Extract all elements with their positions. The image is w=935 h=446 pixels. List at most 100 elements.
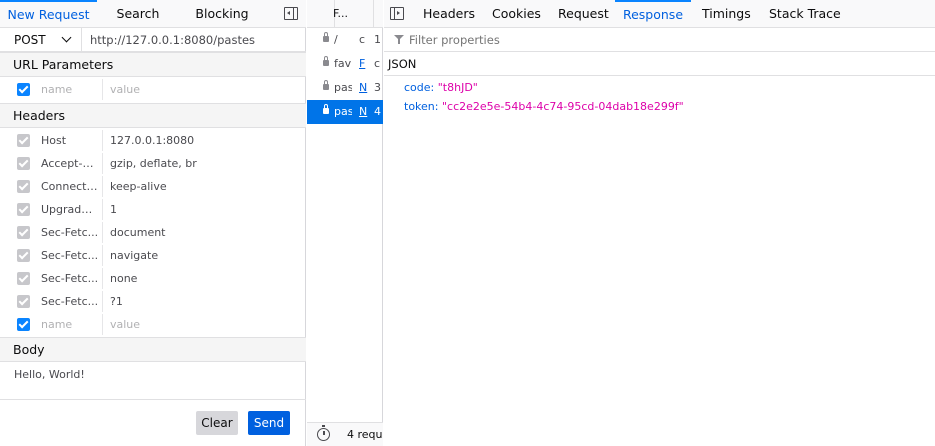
header-name[interactable]: Connecti...: [41, 180, 99, 193]
header-checkbox[interactable]: [17, 272, 30, 285]
request-file: past: [334, 81, 352, 94]
request-domain: c: [359, 33, 366, 46]
header-checkbox[interactable]: [17, 203, 30, 216]
header-row: Sec-Fetc... none: [0, 267, 306, 290]
body-section-header: Body: [0, 337, 306, 362]
tab-blocking[interactable]: Blocking: [179, 0, 265, 28]
chevron-down-icon: [61, 32, 72, 43]
request-domain: N: [359, 81, 368, 94]
tab-new-request[interactable]: New Request: [0, 0, 97, 28]
request-file: /: [334, 33, 338, 46]
header-value-input[interactable]: value: [110, 318, 140, 331]
clear-button[interactable]: Clear: [196, 411, 238, 435]
column-divider: [102, 153, 103, 174]
column-divider: [102, 199, 103, 220]
header-checkbox[interactable]: [17, 134, 30, 147]
header-name-input[interactable]: name: [41, 318, 99, 331]
json-key: token:: [404, 100, 439, 113]
tab-timings[interactable]: Timings: [702, 0, 751, 28]
header-name[interactable]: Sec-Fetc...: [41, 272, 99, 285]
header-checkbox[interactable]: [17, 295, 30, 308]
header-name[interactable]: Accept-E...: [41, 157, 99, 170]
lock-icon: [323, 80, 329, 90]
tab-request[interactable]: Request: [558, 0, 609, 28]
header-value[interactable]: keep-alive: [110, 180, 167, 193]
header-name[interactable]: Sec-Fetc...: [41, 249, 99, 262]
header-row: Accept-E... gzip, deflate, br: [0, 152, 306, 175]
tab-search[interactable]: Search: [97, 0, 179, 28]
header-checkbox[interactable]: [17, 226, 30, 239]
url-parameters-header: URL Parameters: [0, 52, 306, 77]
header-checkbox[interactable]: [17, 180, 30, 193]
json-section-header[interactable]: JSON: [384, 52, 935, 76]
header-row: Sec-Fetc... ?1: [0, 290, 306, 313]
column-divider: [102, 245, 103, 266]
url-param-new-row: name value: [0, 78, 306, 101]
tab-headers[interactable]: Headers: [423, 0, 475, 28]
column-divider: [102, 291, 103, 312]
column-divider: [102, 176, 103, 197]
request-size: c: [374, 57, 381, 70]
send-button[interactable]: Send: [248, 411, 290, 435]
method-label: POST: [14, 33, 46, 47]
param-value-input[interactable]: value: [110, 83, 140, 96]
header-value[interactable]: navigate: [110, 249, 158, 262]
request-list: F... / c 1 favi F c past N 3 past N 4 4 …: [307, 0, 383, 446]
header-new-row: name value: [0, 313, 306, 336]
column-file-header[interactable]: F...: [333, 7, 348, 20]
header-checkbox[interactable]: [17, 318, 30, 331]
column-divider: [102, 314, 103, 335]
header-name[interactable]: Host: [41, 134, 99, 147]
request-file: favi: [334, 57, 352, 70]
param-checkbox[interactable]: [17, 83, 30, 96]
header-row: Sec-Fetc... navigate: [0, 244, 306, 267]
header-row: Upgrade-... 1: [0, 198, 306, 221]
header-checkbox[interactable]: [17, 157, 30, 170]
header-row: Sec-Fetc... document: [0, 221, 306, 244]
filter-icon: [394, 35, 404, 44]
request-row[interactable]: / c 1: [307, 28, 383, 52]
request-size: 3: [374, 81, 381, 94]
header-value[interactable]: gzip, deflate, br: [110, 157, 197, 170]
request-row[interactable]: favi F c: [307, 52, 383, 76]
request-size: 1: [374, 33, 381, 46]
tab-response[interactable]: Response: [615, 0, 691, 28]
column-divider: [102, 268, 103, 289]
request-file: past: [334, 105, 352, 118]
method-select[interactable]: POST: [0, 28, 82, 52]
column-domain-header[interactable]: [356, 0, 374, 28]
header-value[interactable]: 127.0.0.1:8080: [110, 134, 194, 147]
request-count: 4 requ: [347, 428, 383, 441]
new-request-panel: New Request Search Blocking POST URL Par…: [0, 0, 306, 446]
left-tabbar: New Request Search Blocking: [0, 0, 306, 28]
header-value[interactable]: ?1: [110, 295, 123, 308]
url-input[interactable]: [82, 28, 306, 52]
header-name[interactable]: Upgrade-...: [41, 203, 99, 216]
stopwatch-icon[interactable]: [317, 425, 330, 441]
headers-section-header: Headers: [0, 103, 306, 128]
body-text: Hello, World!: [14, 368, 85, 381]
expand-panel-icon[interactable]: [390, 7, 404, 20]
collapse-panel-icon[interactable]: [284, 7, 298, 20]
header-value[interactable]: document: [110, 226, 166, 239]
details-panel: Headers Cookies Request Response Timings…: [384, 0, 935, 446]
json-value: "cc2e2e5e-54b4-4c74-95cd-04dab18e299f": [441, 100, 684, 113]
header-checkbox[interactable]: [17, 249, 30, 262]
column-divider: [102, 130, 103, 151]
tab-stack-trace[interactable]: Stack Trace: [769, 0, 841, 28]
header-name[interactable]: Sec-Fetc...: [41, 226, 99, 239]
request-list-header: F...: [307, 0, 383, 28]
request-row-selected[interactable]: past N 4: [307, 100, 383, 124]
request-domain: N: [359, 105, 368, 118]
header-row: Connecti... keep-alive: [0, 175, 306, 198]
request-size: 4: [374, 105, 381, 118]
request-row[interactable]: past N 3: [307, 76, 383, 100]
header-value[interactable]: none: [110, 272, 137, 285]
filter-properties-input[interactable]: [406, 28, 906, 52]
details-tabbar: Headers Cookies Request Response Timings…: [384, 0, 935, 28]
header-name[interactable]: Sec-Fetc...: [41, 295, 99, 308]
param-name-input[interactable]: name: [41, 83, 99, 96]
tab-cookies[interactable]: Cookies: [492, 0, 541, 28]
header-row: Host 127.0.0.1:8080: [0, 129, 306, 152]
header-value[interactable]: 1: [110, 203, 117, 216]
